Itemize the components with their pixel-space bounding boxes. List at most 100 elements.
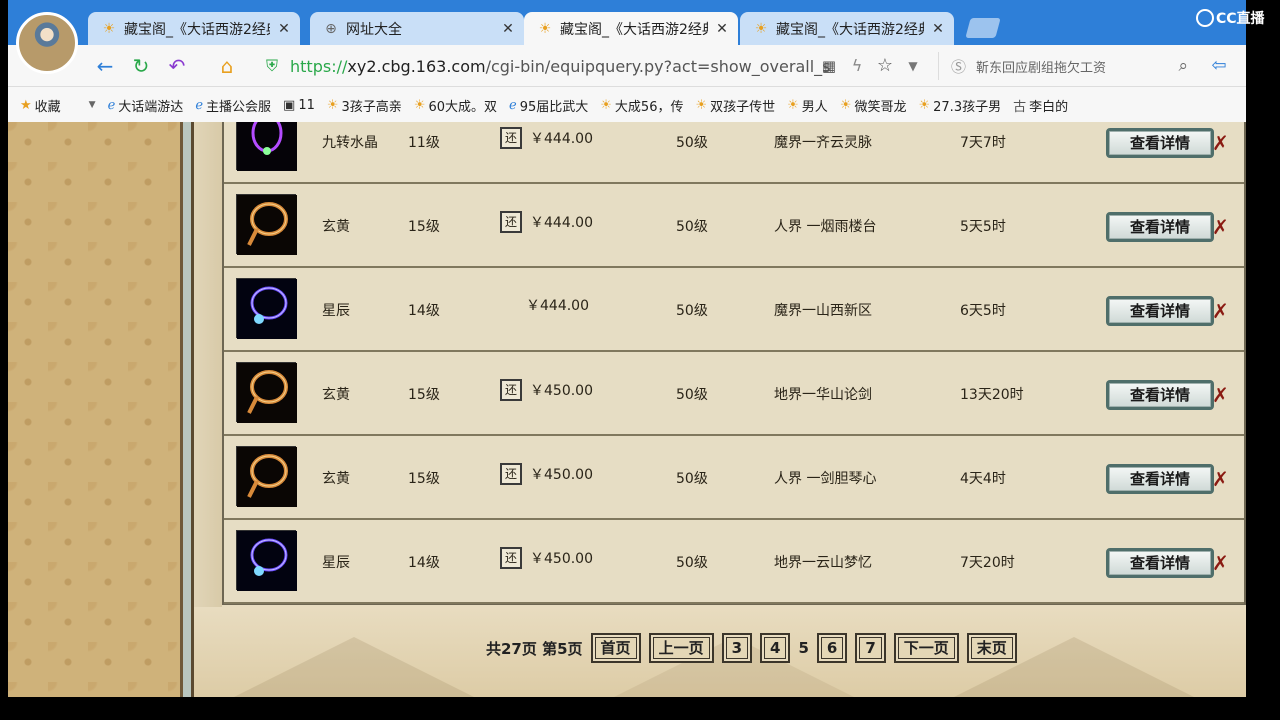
first-page-button[interactable]: 首页 — [590, 633, 641, 663]
extension-icon[interactable]: ⇦ — [1206, 53, 1232, 79]
bookmark-item[interactable]: ℯ 主播公会服 — [195, 96, 271, 115]
page-3-button[interactable]: 3 — [721, 633, 753, 663]
time-left: 7天7时 — [960, 135, 1006, 151]
bookmark-item[interactable]: ☀ 双孩子传世 — [695, 96, 775, 115]
screen: ☀ 藏宝阁_《大话西游2经典 ✕ ⊕ 网址大全 ✕ ☀ 藏宝阁_《大话西游2经典… — [0, 0, 1280, 720]
item-level: 11级 — [408, 135, 440, 151]
view-details-button[interactable]: 查看详情 — [1106, 548, 1214, 578]
cbg-favicon-icon: ☀ — [102, 20, 116, 37]
item-price: ￥450.00 — [530, 467, 593, 483]
search-box[interactable]: Ⓢ 靳东回应剧组拖欠工资 ⌕ — [938, 52, 1198, 80]
next-page-button[interactable]: 下一页 — [893, 633, 959, 663]
new-tab-button[interactable] — [965, 18, 1001, 38]
last-page-button[interactable]: 末页 — [966, 633, 1017, 663]
table-row: 九转水晶 11级 还 ￥444.00 50级 魔界一齐云灵脉 7天7时 查看详情 ✗ — [224, 122, 1244, 184]
ribbon-decor-icon: ✗ — [1212, 551, 1229, 575]
tab-3-active[interactable]: ☀ 藏宝阁_《大话西游2经典 ✕ — [524, 12, 738, 45]
bookmark-item[interactable]: ☀ 3孩子高亲 — [327, 96, 402, 115]
equipment-thumbnail[interactable] — [236, 194, 297, 255]
bookmark-item[interactable]: ℯ 95届比武大 — [509, 96, 588, 115]
reload-icon[interactable]: ↻ — [128, 53, 154, 79]
bookmark-item[interactable]: ℯ 大话端游达 — [108, 96, 184, 115]
equipment-thumbnail[interactable] — [236, 122, 297, 171]
bookmark-item[interactable]: 古李白的 — [1013, 96, 1068, 115]
bookmark-item[interactable]: ☀ 男人 — [787, 96, 828, 115]
decor-border — [180, 122, 194, 697]
close-icon[interactable]: ✕ — [714, 21, 730, 37]
tab-2[interactable]: ⊕ 网址大全 ✕ — [310, 12, 524, 45]
price-cell: 还 ￥450.00 — [500, 379, 593, 401]
time-left: 4天4时 — [960, 471, 1006, 487]
bookmark-item[interactable]: ▣ 11 — [283, 98, 315, 113]
close-icon[interactable]: ✕ — [930, 21, 946, 37]
cbg-favicon-icon: ☀ — [787, 97, 799, 113]
page-6-button[interactable]: 6 — [816, 633, 848, 663]
star-icon[interactable]: ☆ — [872, 53, 898, 79]
address-bar[interactable]: ⛨ https:// xy2.cbg.163.com /cgi-bin/equi… — [266, 52, 836, 80]
bookmark-item[interactable]: ☀ 微笑哥龙 — [840, 96, 907, 115]
view-details-button[interactable]: 查看详情 — [1106, 128, 1214, 158]
return-badge: 还 — [500, 379, 522, 401]
url-path: /cgi-bin/equipquery.py?act=show_overall_… — [485, 56, 831, 76]
home-icon[interactable]: ⌂ — [214, 53, 240, 79]
secure-shield-icon: ⛨ — [266, 56, 279, 75]
time-left: 7天20时 — [960, 555, 1015, 571]
chevron-down-icon: ▼ — [88, 100, 96, 110]
current-page: 5 — [798, 639, 809, 657]
close-icon[interactable]: ✕ — [276, 21, 292, 37]
bookmark-favorites[interactable]: ★ 收藏 ▼ — [20, 96, 96, 115]
price-cell: 还 ￥450.00 — [500, 547, 593, 569]
globe-icon: ⊕ — [325, 20, 337, 37]
server-name: 地界一云山梦忆 — [774, 555, 872, 571]
price-cell: 还 ￥450.00 — [500, 463, 593, 485]
return-badge: 还 — [500, 211, 522, 233]
tab-title: 网址大全 — [346, 21, 402, 38]
close-icon[interactable]: ✕ — [500, 21, 516, 37]
page-4-button[interactable]: 4 — [760, 633, 791, 663]
view-details-button[interactable]: 查看详情 — [1106, 212, 1214, 242]
lightning-icon[interactable]: ϟ — [844, 53, 870, 79]
seal-icon: 古 — [1013, 99, 1027, 115]
toolbar: ← ↻ ↶ ⌂ ⛨ https:// xy2.cbg.163.com /cgi-… — [8, 45, 1246, 87]
cc-watermark: CC直播 — [1196, 8, 1265, 28]
item-price: ￥444.00 — [526, 298, 589, 314]
required-level: 50级 — [676, 471, 708, 487]
server-name: 魔界一齐云灵脉 — [774, 135, 872, 151]
bookmark-item[interactable]: ☀ 27.3孩子男 — [918, 96, 1001, 115]
item-name: 星辰 — [322, 303, 350, 319]
equipment-thumbnail[interactable] — [236, 446, 297, 507]
view-details-button[interactable]: 查看详情 — [1106, 380, 1214, 410]
view-details-button[interactable]: 查看详情 — [1106, 296, 1214, 326]
undo-icon[interactable]: ↶ — [164, 53, 190, 79]
chevron-down-icon[interactable]: ▼ — [900, 53, 926, 79]
bookmarks-bar: ★ 收藏 ▼ ℯ 大话端游达 ℯ 主播公会服 ▣ 11 ☀ 3孩子高亲 ☀ 60大成。双 ℯ9… — [8, 88, 1246, 122]
back-icon[interactable]: ← — [92, 53, 118, 79]
server-name: 人界 一烟雨楼台 — [774, 219, 877, 235]
required-level: 50级 — [676, 135, 708, 151]
equipment-thumbnail[interactable] — [236, 278, 297, 339]
item-price: ￥444.00 — [530, 131, 593, 147]
cc-logo-icon — [1196, 9, 1214, 27]
prev-page-button[interactable]: 上一页 — [648, 633, 714, 663]
equipment-thumbnail[interactable] — [236, 362, 297, 423]
tab-1[interactable]: ☀ 藏宝阁_《大话西游2经典 ✕ — [88, 12, 300, 45]
ribbon-decor-icon: ✗ — [1212, 131, 1229, 155]
equipment-thumbnail[interactable] — [236, 530, 297, 591]
item-price: ￥450.00 — [530, 551, 593, 567]
time-left: 6天5时 — [960, 303, 1006, 319]
equipment-table: 九转水晶 11级还 ￥444.00 50级 魔界一齐云灵脉 7天7时 查看详情 ✗ 玄黄 15级还… — [222, 122, 1246, 605]
item-name: 玄黄 — [322, 219, 350, 235]
cbg-favicon-icon: ☀ — [326, 97, 339, 113]
time-left: 13天20时 — [960, 387, 1024, 403]
page-7-button[interactable]: 7 — [855, 633, 886, 663]
user-avatar[interactable] — [16, 12, 78, 74]
qrcode-icon[interactable]: ▦ — [816, 53, 842, 79]
table-row: 玄黄 15级 还 ￥444.00 50级 人界 一烟雨楼台 5天5时 查看详情 ✗ — [224, 184, 1244, 268]
item-price: ￥450.00 — [530, 383, 593, 399]
view-details-button[interactable]: 查看详情 — [1106, 464, 1214, 494]
tab-4[interactable]: ☀ 藏宝阁_《大话西游2经典 ✕ — [740, 12, 954, 45]
search-icon[interactable]: ⌕ — [1178, 56, 1188, 76]
bookmark-item[interactable]: ☀ 60大成。双 — [414, 96, 497, 115]
e-icon: ℯ — [509, 97, 517, 113]
bookmark-item[interactable]: ☀ 大成56，传 — [600, 96, 683, 115]
